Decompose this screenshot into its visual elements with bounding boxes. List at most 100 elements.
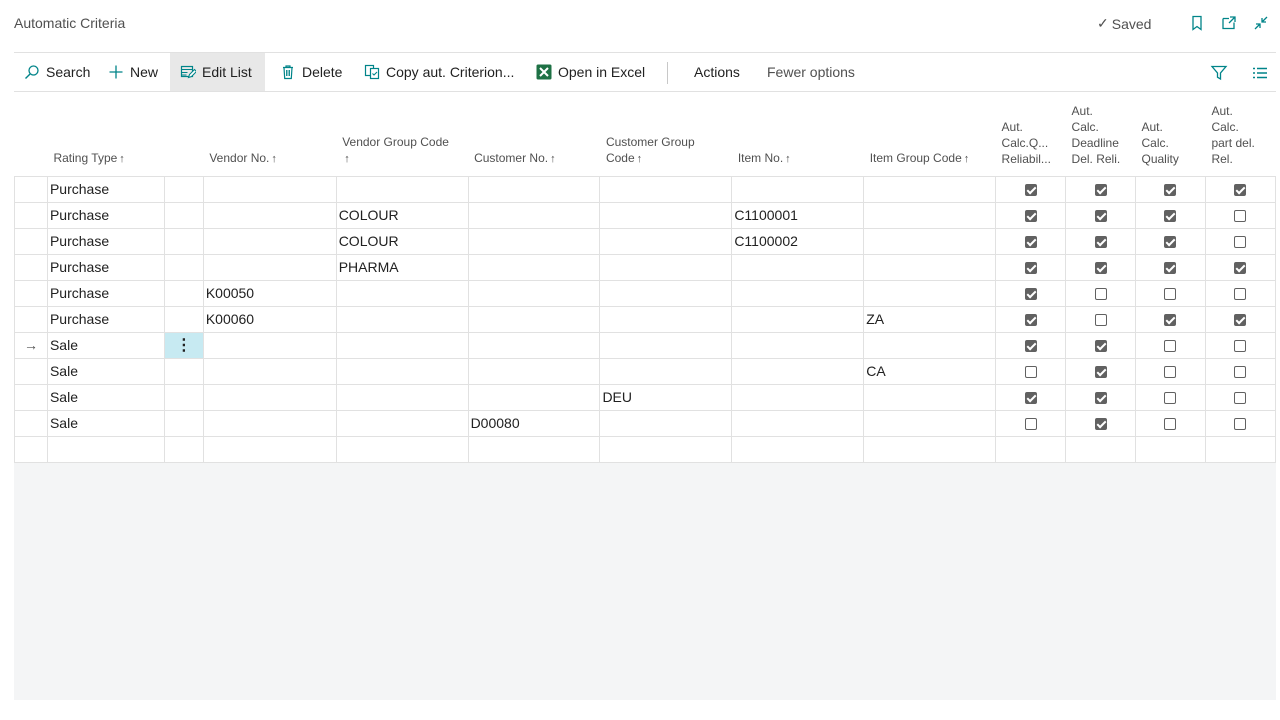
aut-calc-q-reliability-checkbox[interactable] [1024,314,1037,327]
item-group-code-cell[interactable] [863,175,997,203]
table-row[interactable]: Purchase COLOUR C1100001 [14,201,1277,229]
col-header-aut-calc-q-reliability[interactable]: Aut. Calc.Q... Reliabil... [995,92,1066,176]
col-header-aut-calc-quality[interactable]: Aut. Calc. Quality [1135,92,1206,176]
item-group-code-cell[interactable] [863,279,997,307]
more-options-icon[interactable]: ⋮ [176,337,192,354]
customer-no-cell[interactable] [467,435,601,463]
customer-group-code-cell[interactable] [599,305,733,333]
item-no-cell[interactable] [731,435,865,463]
col-header-vendor-no[interactable]: Vendor No. ↑ [203,92,337,176]
customer-group-code-cell[interactable] [599,201,733,229]
open-in-excel-button[interactable]: Open in Excel [526,53,655,91]
item-group-code-cell[interactable]: CA [863,357,997,385]
vendor-group-code-cell[interactable] [335,435,469,463]
customer-group-code-cell[interactable]: DEU [599,383,733,411]
aut-calc-quality-checkbox[interactable] [1164,340,1177,353]
table-row[interactable]: Sale CA [14,357,1277,385]
aut-calc-q-reliability-checkbox[interactable] [1024,288,1037,301]
aut-calc-q-reliability-checkbox[interactable] [1024,340,1037,353]
row-menu-cell[interactable] [163,305,204,333]
row-menu-cell[interactable] [163,227,204,255]
item-no-cell[interactable] [731,253,865,281]
aut-calc-part-del-checkbox[interactable] [1234,236,1247,249]
vendor-no-cell[interactable] [202,435,337,463]
col-header-customer-group-code[interactable]: Customer Group Code ↑ [599,92,732,176]
aut-calc-quality-checkbox[interactable] [1164,262,1177,275]
vendor-no-cell[interactable] [202,383,337,411]
aut-calc-quality-checkbox[interactable] [1164,210,1177,223]
rating-type-cell[interactable]: Purchase [46,201,165,229]
vendor-no-cell[interactable] [202,253,337,281]
aut-calc-deadline-checkbox[interactable] [1094,340,1107,353]
rating-type-cell[interactable]: Sale [46,331,165,359]
item-no-cell[interactable] [731,279,865,307]
col-header-aut-calc-deadline-del-reli[interactable]: Aut. Calc. Deadline Del. Reli. [1065,92,1136,176]
aut-calc-q-reliability-checkbox[interactable] [1024,262,1037,275]
aut-calc-part-del-checkbox[interactable] [1234,210,1247,223]
search-button[interactable]: Search [14,53,100,91]
aut-calc-part-del-checkbox[interactable] [1234,418,1247,431]
delete-button[interactable]: Delete [270,53,352,91]
aut-calc-quality-checkbox[interactable] [1164,418,1177,431]
aut-calc-q-reliability-checkbox[interactable] [1024,392,1037,405]
customer-no-cell[interactable] [467,383,601,411]
bookmark-icon[interactable] [1188,14,1206,32]
item-group-code-cell[interactable] [863,435,997,463]
aut-calc-deadline-checkbox[interactable] [1094,210,1107,223]
aut-calc-deadline-checkbox[interactable] [1094,392,1107,405]
item-no-cell[interactable] [731,383,865,411]
filter-icon[interactable] [1210,64,1228,82]
aut-calc-quality-checkbox[interactable] [1164,366,1177,379]
customer-group-code-cell[interactable] [599,253,733,281]
aut-calc-part-del-checkbox[interactable] [1234,262,1247,275]
aut-calc-quality-checkbox[interactable] [1164,184,1177,197]
vendor-group-code-cell[interactable] [335,383,469,411]
rating-type-cell[interactable]: Sale [46,383,165,411]
rating-type-cell[interactable]: Sale [46,357,165,385]
rating-type-cell[interactable] [46,435,165,463]
vendor-group-code-cell[interactable]: COLOUR [335,227,469,255]
table-row[interactable]: Purchase K00060 ZA [14,305,1277,333]
aut-calc-quality-checkbox[interactable] [1164,236,1177,249]
customer-no-cell[interactable] [467,201,601,229]
edit-list-button[interactable]: Edit List [170,53,265,91]
customer-no-cell[interactable] [467,253,601,281]
vendor-group-code-cell[interactable]: PHARMA [335,253,469,281]
vendor-no-cell[interactable]: K00050 [202,279,337,307]
row-menu-cell[interactable] [163,409,204,437]
item-no-cell[interactable]: C1100001 [731,201,865,229]
vendor-group-code-cell[interactable] [335,331,469,359]
table-row[interactable]: Purchase PHARMA [14,253,1277,281]
item-group-code-cell[interactable] [863,383,997,411]
aut-calc-q-reliability-checkbox[interactable] [1024,236,1037,249]
vendor-no-cell[interactable] [202,201,337,229]
customer-no-cell[interactable] [467,279,601,307]
aut-calc-deadline-checkbox[interactable] [1094,366,1107,379]
rating-type-cell[interactable]: Purchase [46,227,165,255]
customer-group-code-cell[interactable] [599,435,733,463]
actions-menu[interactable]: Actions [684,53,750,91]
customer-group-code-cell[interactable] [599,331,733,359]
vendor-group-code-cell[interactable] [335,175,469,203]
aut-calc-deadline-checkbox[interactable] [1094,418,1107,431]
aut-calc-deadline-checkbox[interactable] [1094,262,1107,275]
customer-no-cell[interactable] [467,175,601,203]
vendor-group-code-cell[interactable] [335,305,469,333]
aut-calc-deadline-checkbox[interactable] [1094,236,1107,249]
col-header-rating-type[interactable]: Rating Type ↑ [47,92,165,176]
item-no-cell[interactable] [731,409,865,437]
customer-no-cell[interactable] [467,305,601,333]
aut-calc-quality-checkbox[interactable] [1164,288,1177,301]
col-header-customer-no[interactable]: Customer No. ↑ [468,92,600,176]
table-row[interactable]: Sale D00080 [14,409,1277,437]
col-header-item-no[interactable]: Item No. ↑ [731,92,864,176]
aut-calc-part-del-checkbox[interactable] [1234,392,1247,405]
customer-group-code-cell[interactable] [599,279,733,307]
vendor-group-code-cell[interactable]: COLOUR [335,201,469,229]
rating-type-cell[interactable]: Purchase [46,175,165,203]
col-header-vendor-group-code[interactable]: Vendor Group Code ↑ [336,92,469,176]
aut-calc-part-del-checkbox[interactable] [1234,340,1247,353]
item-group-code-cell[interactable]: ZA [863,305,997,333]
aut-calc-part-del-checkbox[interactable] [1234,288,1247,301]
open-new-window-icon[interactable] [1220,14,1238,32]
